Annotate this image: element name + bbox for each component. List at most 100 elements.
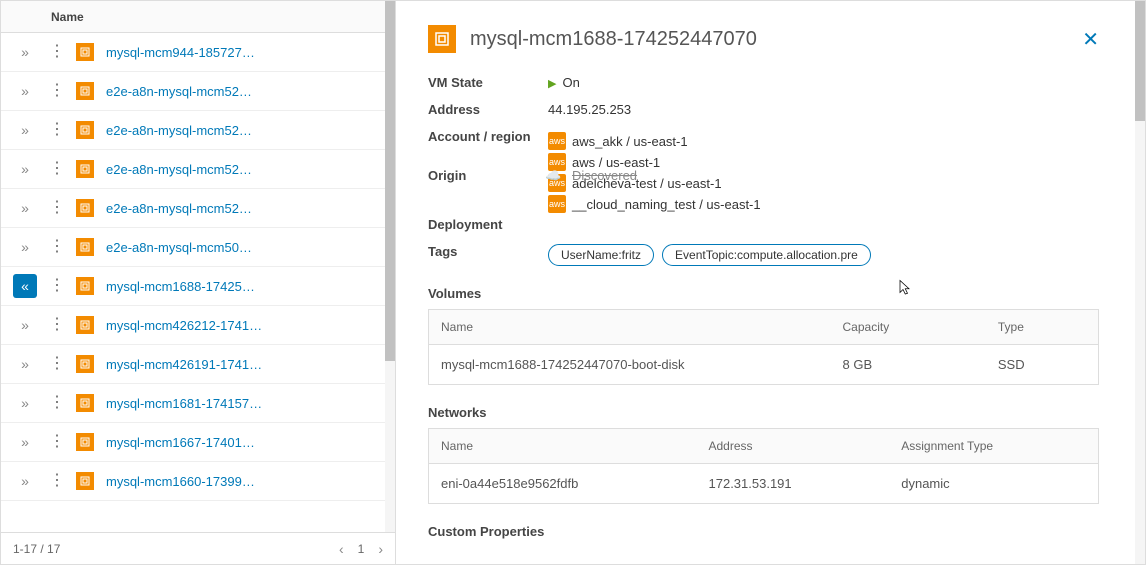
resource-name-link[interactable]: mysql-mcm1660-17399… xyxy=(106,474,255,489)
tags-label: Tags xyxy=(428,244,548,266)
expand-toggle[interactable] xyxy=(13,391,37,415)
table-row[interactable]: ⋮ mysql-mcm1660-17399… xyxy=(1,462,385,501)
expand-toggle[interactable] xyxy=(13,352,37,376)
detail-title: mysql-mcm1688-174252447070 xyxy=(470,28,1068,51)
account-region-item: awsaws_akk / us-east-1 xyxy=(548,132,1099,150)
resource-name-link[interactable]: mysql-mcm426191-1741… xyxy=(106,357,262,372)
table-row[interactable]: ⋮ e2e-a8n-mysql-mcm52… xyxy=(1,111,385,150)
expand-toggle[interactable] xyxy=(13,235,37,259)
net-col-assign[interactable]: Assignment Type xyxy=(889,429,1098,464)
resource-list-panel: Name ⋮ mysql-mcm944-185727… ⋮ e2e-a8n-mysql… xyxy=(1,1,396,564)
row-actions-menu[interactable]: ⋮ xyxy=(49,317,64,333)
list-body: ⋮ mysql-mcm944-185727… ⋮ e2e-a8n-mysql-mcm5… xyxy=(1,33,385,532)
net-assign: dynamic xyxy=(889,464,1098,504)
row-actions-menu[interactable]: ⋮ xyxy=(49,395,64,411)
net-name: eni-0a44e518e9562fdfb xyxy=(429,464,697,504)
vol-col-name[interactable]: Name xyxy=(429,310,831,345)
vm-icon xyxy=(428,25,456,53)
table-row[interactable]: ⋮ e2e-a8n-mysql-mcm50… xyxy=(1,228,385,267)
expand-toggle[interactable] xyxy=(13,313,37,337)
networks-table: Name Address Assignment Type eni-0a44e51… xyxy=(428,428,1099,504)
resource-name-link[interactable]: e2e-a8n-mysql-mcm50… xyxy=(106,240,252,255)
net-col-name[interactable]: Name xyxy=(429,429,697,464)
current-page: 1 xyxy=(358,542,365,556)
resource-name-link[interactable]: mysql-mcm1681-174157… xyxy=(106,396,262,411)
deployment-value xyxy=(548,217,1099,232)
table-row[interactable]: ⋮ e2e-a8n-mysql-mcm52… xyxy=(1,150,385,189)
list-header[interactable]: Name xyxy=(1,1,395,33)
vm-state-value: On xyxy=(548,75,580,90)
table-row[interactable]: ⋮ mysql-mcm1681-174157… xyxy=(1,384,385,423)
expand-toggle[interactable] xyxy=(13,274,37,298)
close-icon[interactable]: ✕ xyxy=(1082,27,1099,52)
table-row[interactable]: ⋮ e2e-a8n-mysql-mcm52… xyxy=(1,189,385,228)
row-actions-menu[interactable]: ⋮ xyxy=(49,239,64,255)
detail-header: mysql-mcm1688-174252447070 ✕ xyxy=(428,25,1099,53)
resource-name-link[interactable]: mysql-mcm426212-1741… xyxy=(106,318,262,333)
row-actions-menu[interactable]: ⋮ xyxy=(49,434,64,450)
expand-toggle[interactable] xyxy=(13,430,37,454)
row-actions-menu[interactable]: ⋮ xyxy=(49,473,64,489)
vol-col-type[interactable]: Type xyxy=(986,310,1099,345)
row-actions-menu[interactable]: ⋮ xyxy=(49,83,64,99)
origin-value: Discovered xyxy=(572,168,637,183)
tag-chip[interactable]: EventTopic:compute.allocation.pre xyxy=(662,244,871,266)
column-name-header: Name xyxy=(51,10,84,24)
table-row[interactable]: ⋮ mysql-mcm426191-1741… xyxy=(1,345,385,384)
volumes-section-title: Volumes xyxy=(428,286,1099,301)
vm-icon xyxy=(76,433,94,451)
row-actions-menu[interactable]: ⋮ xyxy=(49,200,64,216)
net-col-address[interactable]: Address xyxy=(697,429,890,464)
resource-name-link[interactable]: mysql-mcm1688-17425… xyxy=(106,279,255,294)
resource-name-link[interactable]: e2e-a8n-mysql-mcm52… xyxy=(106,84,252,99)
vm-icon xyxy=(76,472,94,490)
expand-toggle[interactable] xyxy=(13,40,37,64)
expand-toggle[interactable] xyxy=(13,118,37,142)
vm-icon xyxy=(76,82,94,100)
row-actions-menu[interactable]: ⋮ xyxy=(49,278,64,294)
resource-name-link[interactable]: e2e-a8n-mysql-mcm52… xyxy=(106,201,252,216)
table-row[interactable]: ⋮ mysql-mcm944-185727… xyxy=(1,33,385,72)
table-row[interactable]: eni-0a44e518e9562fdfb172.31.53.191dynami… xyxy=(429,464,1099,504)
resource-name-link[interactable]: mysql-mcm1667-17401… xyxy=(106,435,255,450)
table-row[interactable]: ⋮ mysql-mcm1667-17401… xyxy=(1,423,385,462)
table-row[interactable]: ⋮ mysql-mcm1688-17425… xyxy=(1,267,385,306)
right-scrollbar-thumb[interactable] xyxy=(1135,1,1145,121)
table-row[interactable]: ⋮ e2e-a8n-mysql-mcm52… xyxy=(1,72,385,111)
vm-icon xyxy=(76,121,94,139)
row-actions-menu[interactable]: ⋮ xyxy=(49,161,64,177)
vm-icon xyxy=(76,316,94,334)
custom-properties-section-title: Custom Properties xyxy=(428,524,1099,539)
next-page-button[interactable]: › xyxy=(378,541,383,557)
origin-label: Origin xyxy=(428,168,548,183)
tags-value: UserName:fritz EventTopic:compute.allocat… xyxy=(548,244,1099,266)
table-row[interactable]: ⋮ mysql-mcm426212-1741… xyxy=(1,306,385,345)
expand-toggle[interactable] xyxy=(13,196,37,220)
vol-col-capacity[interactable]: Capacity xyxy=(831,310,986,345)
expand-toggle[interactable] xyxy=(13,469,37,493)
resource-name-link[interactable]: mysql-mcm944-185727… xyxy=(106,45,255,60)
net-address: 172.31.53.191 xyxy=(697,464,890,504)
left-scrollbar-thumb[interactable] xyxy=(385,1,395,361)
tag-chip[interactable]: UserName:fritz xyxy=(548,244,654,266)
prev-page-button[interactable]: ‹ xyxy=(339,541,344,557)
vm-icon xyxy=(76,277,94,295)
pager: ‹ 1 › xyxy=(339,541,383,557)
resource-name-link[interactable]: e2e-a8n-mysql-mcm52… xyxy=(106,123,252,138)
vol-type: SSD xyxy=(986,345,1099,385)
resource-name-link[interactable]: e2e-a8n-mysql-mcm52… xyxy=(106,162,252,177)
expand-toggle[interactable] xyxy=(13,157,37,181)
row-actions-menu[interactable]: ⋮ xyxy=(49,44,64,60)
vm-icon xyxy=(76,199,94,217)
vm-state-label: VM State xyxy=(428,75,548,90)
app-root: Name ⋮ mysql-mcm944-185727… ⋮ e2e-a8n-mysql… xyxy=(0,0,1146,565)
row-actions-menu[interactable]: ⋮ xyxy=(49,122,64,138)
left-scrollbar-track[interactable] xyxy=(385,1,395,532)
row-actions-menu[interactable]: ⋮ xyxy=(49,356,64,372)
table-row[interactable]: mysql-mcm1688-174252447070-boot-disk8 GB… xyxy=(429,345,1099,385)
vm-icon xyxy=(76,43,94,61)
networks-section-title: Networks xyxy=(428,405,1099,420)
right-scrollbar-track[interactable] xyxy=(1135,1,1145,564)
detail-panel: mysql-mcm1688-174252447070 ✕ VM State On… xyxy=(396,1,1145,564)
expand-toggle[interactable] xyxy=(13,79,37,103)
